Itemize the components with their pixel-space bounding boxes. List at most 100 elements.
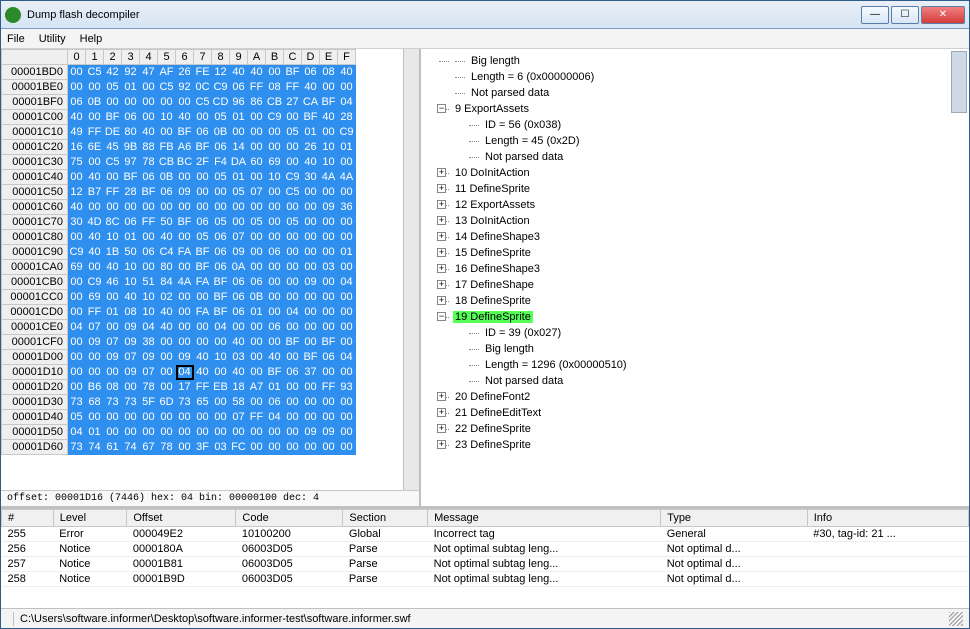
hex-byte[interactable]: 00 (338, 410, 356, 425)
hex-byte[interactable]: 10 (320, 155, 338, 170)
hex-byte[interactable]: 78 (158, 440, 176, 455)
hex-byte[interactable]: 74 (86, 440, 104, 455)
hex-byte[interactable]: 69 (86, 290, 104, 305)
hex-byte[interactable]: 00 (212, 425, 230, 440)
hex-byte[interactable]: 07 (140, 365, 158, 380)
hex-byte[interactable]: 00 (194, 335, 212, 350)
hex-byte[interactable]: 00 (176, 170, 194, 185)
hex-byte[interactable]: 00 (104, 200, 122, 215)
menu-help[interactable]: Help (80, 33, 103, 45)
hex-byte[interactable]: 40 (230, 365, 248, 380)
close-button[interactable]: ✕ (921, 6, 965, 24)
hex-byte[interactable]: 06 (212, 140, 230, 155)
hex-byte[interactable]: 00 (248, 425, 266, 440)
log-header-type[interactable]: Type (661, 510, 808, 527)
tree-item-label[interactable]: Length = 1296 (0x00000510) (483, 359, 629, 371)
hex-byte[interactable]: DA (230, 155, 248, 170)
log-header-section[interactable]: Section (343, 510, 428, 527)
hex-byte[interactable]: 00 (338, 80, 356, 95)
hex-byte[interactable]: 05 (194, 230, 212, 245)
hex-byte[interactable]: 10 (122, 260, 140, 275)
hex-byte[interactable]: FC (230, 440, 248, 455)
hex-byte[interactable]: 00 (104, 95, 122, 110)
hex-byte[interactable]: FB (158, 140, 176, 155)
hex-byte[interactable]: 00 (194, 185, 212, 200)
hex-byte[interactable]: EB (212, 380, 230, 395)
hex-byte[interactable]: 46 (104, 275, 122, 290)
hex-byte[interactable]: BC (176, 155, 194, 170)
hex-byte[interactable]: 69 (266, 155, 284, 170)
hex-byte[interactable]: 00 (302, 380, 320, 395)
hex-byte[interactable]: FF (140, 215, 158, 230)
hex-byte[interactable]: 00 (266, 185, 284, 200)
hex-byte[interactable]: 00 (320, 395, 338, 410)
hex-byte[interactable]: 00 (302, 260, 320, 275)
hex-byte[interactable]: C5 (86, 65, 104, 80)
hex-byte[interactable]: 00 (302, 320, 320, 335)
hex-byte[interactable]: 93 (338, 380, 356, 395)
tree-expander-icon[interactable] (437, 232, 446, 241)
hex-byte[interactable]: 04 (338, 95, 356, 110)
hex-scrollbar[interactable] (403, 49, 419, 490)
hex-byte[interactable]: 38 (140, 335, 158, 350)
hex-byte[interactable]: CD (212, 95, 230, 110)
hex-byte[interactable]: 00 (68, 380, 86, 395)
tree-item-label[interactable]: 14 DefineShape3 (453, 231, 542, 243)
hex-byte[interactable]: 00 (284, 380, 302, 395)
hex-byte[interactable]: 00 (320, 230, 338, 245)
hex-byte[interactable]: 01 (104, 305, 122, 320)
hex-byte[interactable]: 5F (140, 395, 158, 410)
hex-byte[interactable]: 00 (338, 215, 356, 230)
hex-byte[interactable]: 00 (212, 185, 230, 200)
hex-byte[interactable]: 92 (122, 65, 140, 80)
menu-utility[interactable]: Utility (39, 33, 66, 45)
hex-byte[interactable]: FF (248, 80, 266, 95)
hex-byte[interactable]: 00 (86, 155, 104, 170)
hex-byte[interactable]: 07 (248, 185, 266, 200)
hex-byte[interactable]: C5 (284, 185, 302, 200)
hex-byte[interactable]: 30 (302, 170, 320, 185)
hex-byte[interactable]: 00 (338, 365, 356, 380)
hex-byte[interactable]: 00 (230, 200, 248, 215)
hex-view[interactable]: 0123456789ABCDEF00001BD000C5429247AF26FE… (1, 49, 403, 490)
hex-byte[interactable]: 10 (104, 230, 122, 245)
hex-byte[interactable]: 00 (158, 425, 176, 440)
hex-byte[interactable]: BF (212, 290, 230, 305)
tree-item-label[interactable]: 16 DefineShape3 (453, 263, 542, 275)
hex-byte[interactable]: 00 (248, 365, 266, 380)
hex-byte[interactable]: 08 (104, 380, 122, 395)
hex-byte[interactable]: C9 (86, 275, 104, 290)
hex-byte[interactable]: 00 (302, 230, 320, 245)
hex-byte[interactable]: 00 (320, 185, 338, 200)
tree-item-label[interactable]: 22 DefineSprite (453, 423, 533, 435)
hex-byte[interactable]: 00 (248, 200, 266, 215)
hex-byte[interactable]: 06 (248, 275, 266, 290)
hex-byte[interactable]: 40 (338, 65, 356, 80)
hex-byte[interactable]: 04 (212, 320, 230, 335)
hex-byte[interactable]: 10 (140, 290, 158, 305)
hex-byte[interactable]: FA (176, 245, 194, 260)
hex-byte[interactable]: 00 (176, 425, 194, 440)
hex-byte[interactable]: 06 (212, 260, 230, 275)
hex-byte[interactable]: 07 (104, 335, 122, 350)
hex-byte[interactable]: 00 (248, 125, 266, 140)
hex-byte[interactable]: FF (284, 80, 302, 95)
hex-byte[interactable]: 00 (320, 245, 338, 260)
hex-byte[interactable]: 09 (122, 365, 140, 380)
hex-byte[interactable]: 00 (338, 440, 356, 455)
hex-byte[interactable]: 3F (194, 440, 212, 455)
hex-byte[interactable]: 09 (122, 335, 140, 350)
hex-byte[interactable]: 06 (302, 65, 320, 80)
hex-byte[interactable]: 00 (284, 245, 302, 260)
hex-byte[interactable]: 00 (248, 170, 266, 185)
hex-byte[interactable]: 00 (266, 275, 284, 290)
hex-byte[interactable]: 00 (86, 110, 104, 125)
hex-byte[interactable]: 06 (122, 215, 140, 230)
resize-grip-icon[interactable] (949, 612, 963, 626)
hex-byte[interactable]: 00 (86, 260, 104, 275)
hex-byte[interactable]: 06 (158, 185, 176, 200)
hex-byte[interactable]: BF (122, 170, 140, 185)
hex-byte[interactable]: 01 (230, 110, 248, 125)
hex-byte[interactable]: 00 (230, 215, 248, 230)
hex-byte[interactable]: 04 (140, 320, 158, 335)
